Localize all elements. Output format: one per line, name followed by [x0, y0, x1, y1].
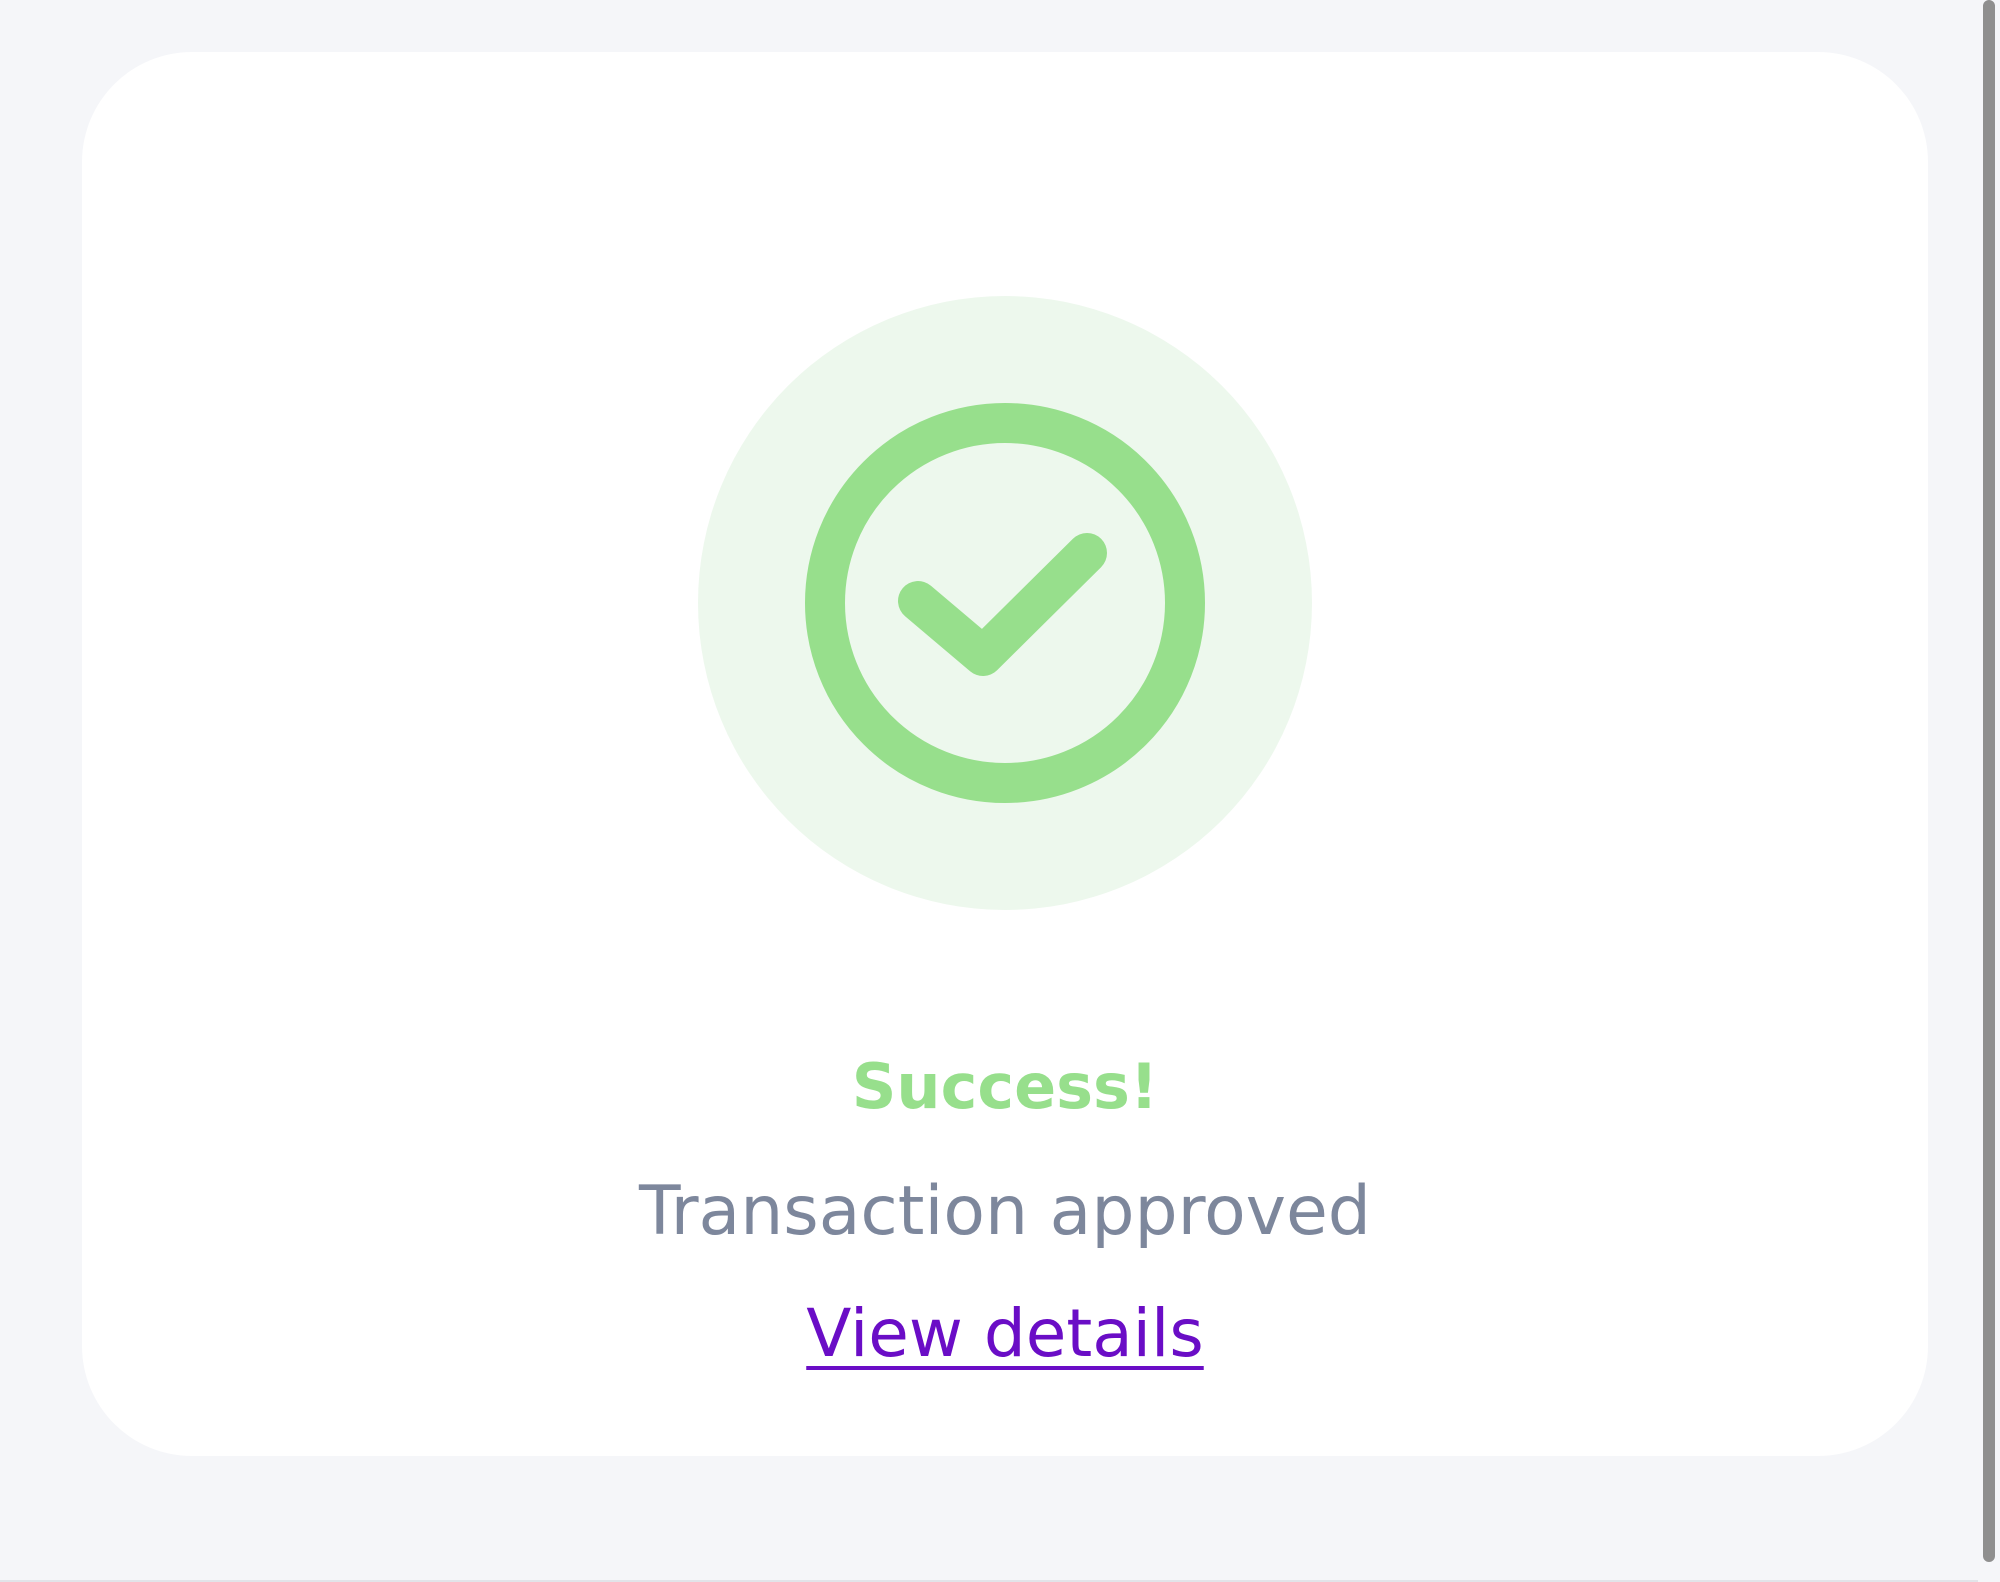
view-details-link[interactable]: View details	[806, 1295, 1203, 1372]
view-details-container: View details	[82, 1284, 1928, 1384]
icon-halo	[698, 296, 1312, 910]
check-circle-icon	[805, 403, 1205, 803]
success-card: Success! Transaction approved View detai…	[82, 52, 1928, 1456]
success-message: Transaction approved	[639, 1172, 1371, 1251]
scrollbar[interactable]	[1978, 0, 2000, 1582]
success-title: Success!	[851, 1050, 1159, 1123]
check-circle-ring	[805, 403, 1205, 803]
scrollbar-thumb[interactable]	[1983, 0, 1995, 1562]
check-mark	[898, 533, 1107, 676]
